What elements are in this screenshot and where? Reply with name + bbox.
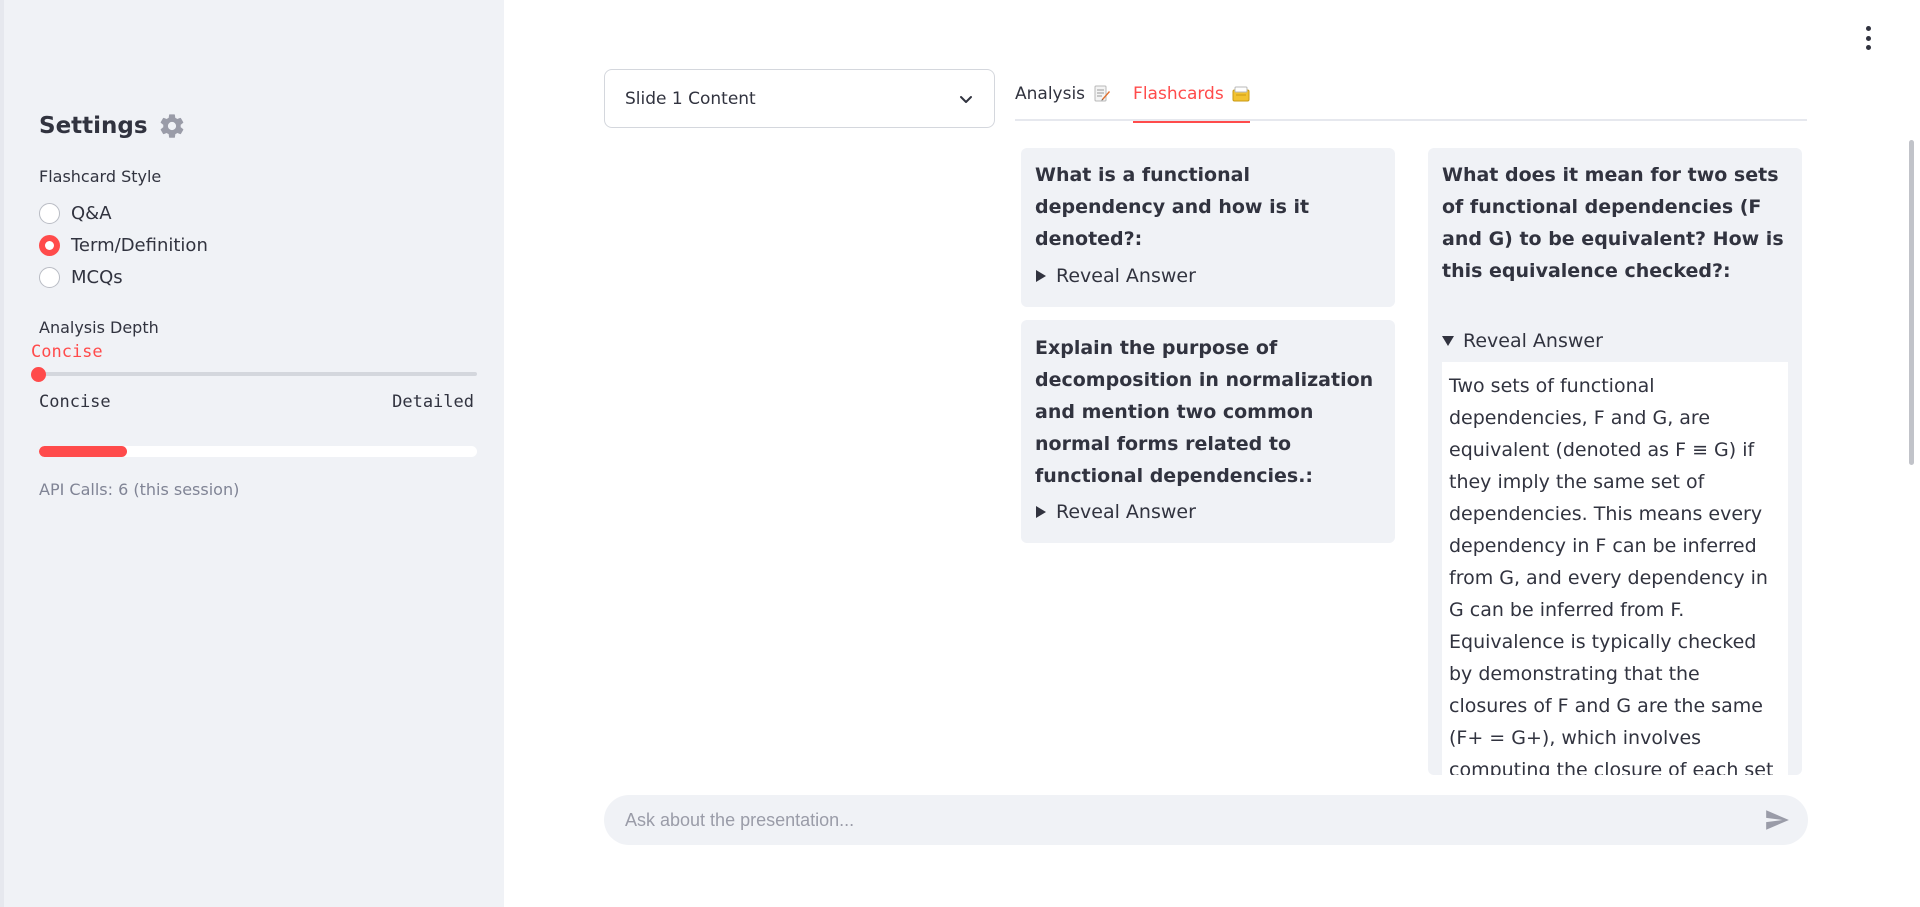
reveal-answer-toggle[interactable]: Reveal Answer <box>1442 330 1788 352</box>
radio-button[interactable] <box>39 235 60 256</box>
dot <box>1865 26 1871 31</box>
dot <box>1865 35 1871 41</box>
scrollbar[interactable] <box>1909 140 1914 465</box>
chevron-down-icon <box>960 95 972 103</box>
triangle-right-icon <box>1036 270 1046 282</box>
slider-value: Concise <box>31 342 103 362</box>
flashcard-question: Explain the purpose of decomposition in … <box>1035 337 1374 487</box>
api-calls-text: API Calls: 6 (this session) <box>39 480 240 499</box>
tab-label: Analysis <box>1015 84 1086 104</box>
tab-flashcards[interactable]: Flashcards <box>1133 80 1250 123</box>
slider-track[interactable] <box>39 372 477 376</box>
api-progress-fill <box>39 446 127 457</box>
tab-bar: Analysis Flashcards <box>1015 80 1807 123</box>
send-icon[interactable] <box>1764 807 1790 833</box>
api-progress-bar <box>39 446 477 457</box>
radio-term-definition[interactable]: Term/Definition <box>39 235 208 256</box>
reveal-answer-toggle[interactable]: Reveal Answer <box>1035 265 1196 287</box>
reveal-answer-label: Reveal Answer <box>1056 501 1196 523</box>
main-menu-button[interactable] <box>1861 26 1875 50</box>
flashcard: What is a functional dependency and how … <box>1021 148 1395 307</box>
analysis-depth-label: Analysis Depth <box>39 318 159 337</box>
slide-select[interactable]: Slide 1 Content <box>604 69 995 128</box>
tab-analysis[interactable]: Analysis <box>1015 80 1111 121</box>
radio-mcqs[interactable]: MCQs <box>39 267 123 288</box>
chat-input[interactable] <box>625 809 1764 831</box>
reveal-answer-toggle[interactable]: Reveal Answer <box>1035 501 1196 523</box>
dot <box>1865 45 1871 50</box>
card-index-icon <box>1232 86 1250 102</box>
memo-icon <box>1094 85 1111 102</box>
flashcard-answer: Two sets of functional dependencies, F a… <box>1442 362 1788 775</box>
radio-label: MCQs <box>71 267 123 288</box>
radio-label: Q&A <box>71 203 112 224</box>
flashcard: What does it mean for two sets of functi… <box>1428 148 1802 775</box>
flashcard-question: What does it mean for two sets of functi… <box>1442 164 1784 282</box>
reveal-answer-label: Reveal Answer <box>1463 330 1603 352</box>
radio-button[interactable] <box>39 203 60 224</box>
slide-select-value: Slide 1 Content <box>625 88 756 109</box>
slider-max-label: Detailed <box>392 392 474 412</box>
radio-button[interactable] <box>39 267 60 288</box>
triangle-down-icon <box>1442 336 1454 346</box>
tab-label: Flashcards <box>1133 84 1224 104</box>
settings-heading: Settings <box>39 113 148 139</box>
slider-min-label: Concise <box>39 392 111 412</box>
sidebar-title: Settings <box>39 112 186 140</box>
flashcard-question: What is a functional dependency and how … <box>1035 164 1310 250</box>
flashcard: Explain the purpose of decomposition in … <box>1021 320 1395 543</box>
sidebar: Settings Flashcard Style Q&A Term/Defini… <box>0 0 504 907</box>
radio-label: Term/Definition <box>71 235 208 256</box>
triangle-right-icon <box>1036 506 1046 518</box>
gear-icon <box>160 114 183 138</box>
chat-bar <box>604 795 1808 845</box>
slider-thumb[interactable] <box>31 367 46 382</box>
reveal-answer-label: Reveal Answer <box>1056 265 1196 287</box>
radio-qa[interactable]: Q&A <box>39 203 112 224</box>
flashcard-style-label: Flashcard Style <box>39 167 162 186</box>
